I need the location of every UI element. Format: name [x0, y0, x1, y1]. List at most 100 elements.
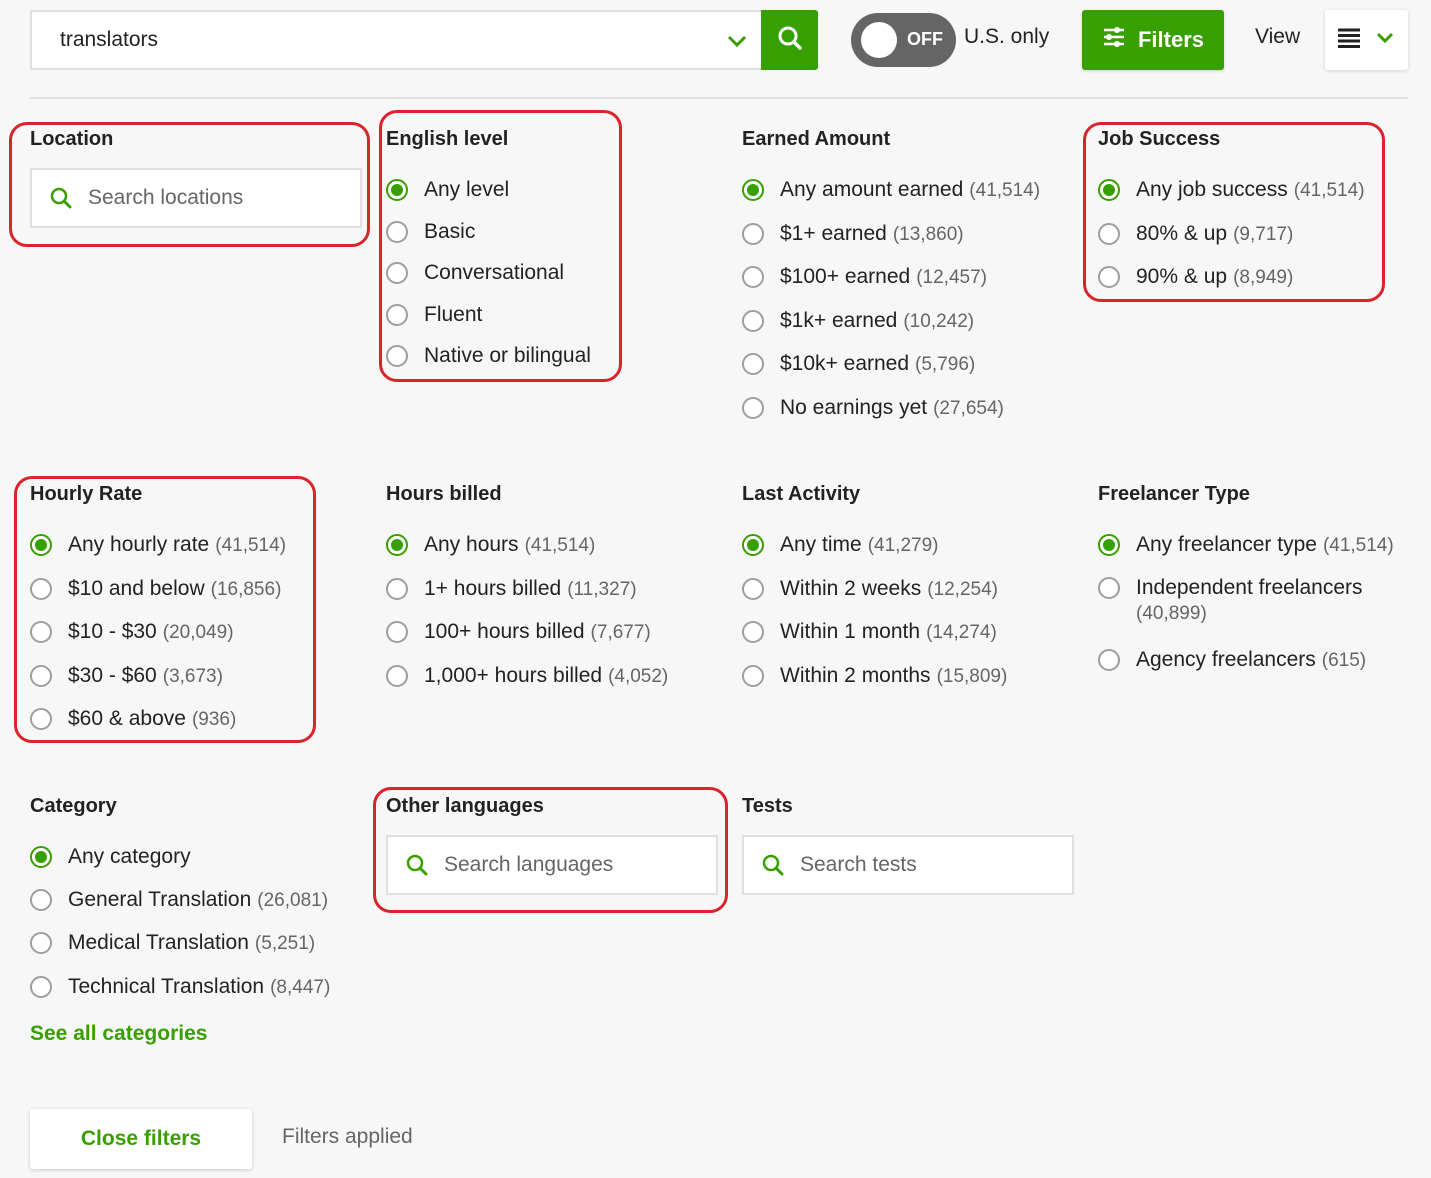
radio-unchecked[interactable] — [386, 303, 408, 326]
radio-unchecked[interactable] — [742, 397, 764, 419]
radio-unchecked[interactable] — [742, 664, 764, 687]
tests-search-input[interactable] — [798, 852, 1072, 878]
radio-unchecked[interactable] — [30, 932, 52, 955]
option-label: 100+ hours billed — [424, 620, 585, 644]
earned-option[interactable]: $10k+ earned (5,796) — [742, 351, 975, 378]
search-button[interactable] — [761, 10, 818, 70]
radio-checked[interactable] — [386, 179, 408, 201]
english-option[interactable]: Fluent — [386, 302, 482, 328]
radio-unchecked[interactable] — [742, 353, 764, 376]
option-count: (41,279) — [867, 535, 939, 556]
radio-unchecked[interactable] — [386, 220, 408, 243]
english-option[interactable]: Any level — [386, 177, 509, 203]
radio-unchecked[interactable] — [742, 309, 764, 332]
radio-unchecked[interactable] — [386, 577, 408, 600]
activity-option[interactable]: Within 2 months (15,809) — [742, 663, 1007, 690]
languages-search-input[interactable] — [442, 852, 716, 878]
hours-option[interactable]: 100+ hours billed (7,677) — [386, 619, 651, 646]
location-search-input[interactable] — [86, 185, 360, 211]
radio-checked[interactable] — [386, 534, 408, 556]
view-select[interactable] — [1325, 10, 1408, 70]
radio-unchecked[interactable] — [386, 345, 408, 367]
earned-option[interactable]: $100+ earned (12,457) — [742, 264, 987, 291]
option-text: No earnings yet (27,654) — [780, 395, 1004, 422]
search-input[interactable] — [32, 27, 692, 53]
job-success-option[interactable]: 80% & up (9,717) — [1098, 221, 1293, 248]
tests-search-box — [742, 835, 1074, 895]
radio-checked[interactable] — [1098, 534, 1120, 556]
hourly-option[interactable]: $10 and below (16,856) — [30, 576, 281, 603]
radio-unchecked[interactable] — [742, 266, 764, 289]
radio-unchecked[interactable] — [30, 975, 52, 998]
us-only-label: U.S. only — [964, 25, 1050, 48]
earned-option[interactable]: No earnings yet (27,654) — [742, 395, 1004, 422]
radio-unchecked[interactable] — [386, 664, 408, 687]
option-text: Conversational — [424, 260, 564, 286]
option-count: (8,447) — [270, 976, 331, 998]
radio-unchecked[interactable] — [742, 621, 764, 644]
job-success-option[interactable]: 90% & up (8,949) — [1098, 264, 1293, 291]
category-option[interactable]: General Translation (26,081) — [30, 887, 328, 914]
hours-option[interactable]: 1,000+ hours billed (4,052) — [386, 663, 668, 690]
radio-unchecked[interactable] — [1098, 577, 1120, 599]
activity-option[interactable]: Within 2 weeks (12,254) — [742, 576, 998, 603]
freelancer-type-option[interactable]: Any freelancer type (41,514) — [1098, 532, 1394, 559]
radio-unchecked[interactable] — [742, 577, 764, 600]
earned-option[interactable]: Any amount earned (41,514) — [742, 177, 1040, 204]
earned-option[interactable]: $1+ earned (13,860) — [742, 221, 964, 248]
radio-checked[interactable] — [30, 534, 52, 556]
option-text: 90% & up (8,949) — [1136, 264, 1293, 291]
close-filters-button[interactable]: Close filters — [30, 1109, 252, 1169]
radio-unchecked[interactable] — [386, 262, 408, 284]
option-text: 100+ hours billed (7,677) — [424, 619, 651, 646]
option-label: Native or bilingual — [424, 344, 591, 367]
radio-checked[interactable] — [1098, 179, 1120, 201]
radio-checked[interactable] — [30, 846, 52, 868]
category-option[interactable]: Any category — [30, 844, 191, 870]
hourly-rate-section: Hourly Rate Any hourly rate (41,514) $10 a… — [30, 482, 330, 742]
radio-unchecked[interactable] — [30, 708, 52, 731]
freelancer-type-section: Freelancer Type Any freelancer type (41,5… — [1098, 482, 1428, 702]
option-label: Basic — [424, 219, 476, 243]
radio-unchecked[interactable] — [30, 621, 52, 644]
see-all-categories-link[interactable]: See all categories — [30, 1022, 207, 1046]
radio-checked[interactable] — [742, 179, 764, 201]
toggle-knob — [861, 22, 897, 58]
option-label: Any level — [424, 178, 510, 201]
category-option[interactable]: Medical Translation (5,251) — [30, 930, 315, 957]
category-option[interactable]: Technical Translation (8,447) — [30, 974, 330, 1001]
activity-option[interactable]: Within 1 month (14,274) — [742, 619, 997, 646]
freelancer-type-option[interactable]: Agency freelancers (615) — [1098, 647, 1366, 674]
radio-unchecked[interactable] — [1098, 649, 1120, 671]
english-option[interactable]: Basic — [386, 219, 475, 245]
hourly-option[interactable]: $10 - $30 (20,049) — [30, 619, 234, 646]
activity-option[interactable]: Any time (41,279) — [742, 532, 938, 559]
freelancer-type-option[interactable]: Independent freelancers (40,899) — [1098, 575, 1363, 627]
radio-unchecked[interactable] — [30, 577, 52, 600]
hourly-option[interactable]: Any hourly rate (41,514) — [30, 532, 286, 559]
radio-unchecked[interactable] — [30, 889, 52, 912]
english-option[interactable]: Native or bilingual — [386, 343, 591, 369]
chevron-down-icon[interactable] — [726, 30, 748, 57]
option-count: (8,949) — [1233, 267, 1294, 289]
hours-option[interactable]: Any hours (41,514) — [386, 532, 595, 559]
us-only-toggle[interactable]: OFF — [851, 13, 956, 67]
filters-button[interactable]: Filters — [1082, 10, 1224, 70]
job-success-option[interactable]: Any job success (41,514) — [1098, 177, 1365, 204]
option-text: Any hourly rate (41,514) — [68, 532, 286, 559]
radio-unchecked[interactable] — [30, 664, 52, 687]
radio-unchecked[interactable] — [386, 621, 408, 644]
hours-option[interactable]: 1+ hours billed (11,327) — [386, 576, 637, 603]
option-label: $1k+ earned — [780, 308, 898, 332]
hourly-option[interactable]: $30 - $60 (3,673) — [30, 663, 223, 690]
earned-option[interactable]: $1k+ earned (10,242) — [742, 308, 974, 335]
radio-unchecked[interactable] — [1098, 222, 1120, 245]
option-label: Within 2 months — [780, 663, 931, 687]
hourly-option[interactable]: $60 & above (936) — [30, 706, 236, 733]
english-option[interactable]: Conversational — [386, 260, 564, 286]
radio-checked[interactable] — [742, 534, 764, 556]
option-text: Any hours (41,514) — [424, 532, 595, 559]
radio-unchecked[interactable] — [742, 222, 764, 245]
radio-unchecked[interactable] — [1098, 266, 1120, 289]
english-level-section: English level Any level Basic Conversation… — [386, 127, 626, 377]
